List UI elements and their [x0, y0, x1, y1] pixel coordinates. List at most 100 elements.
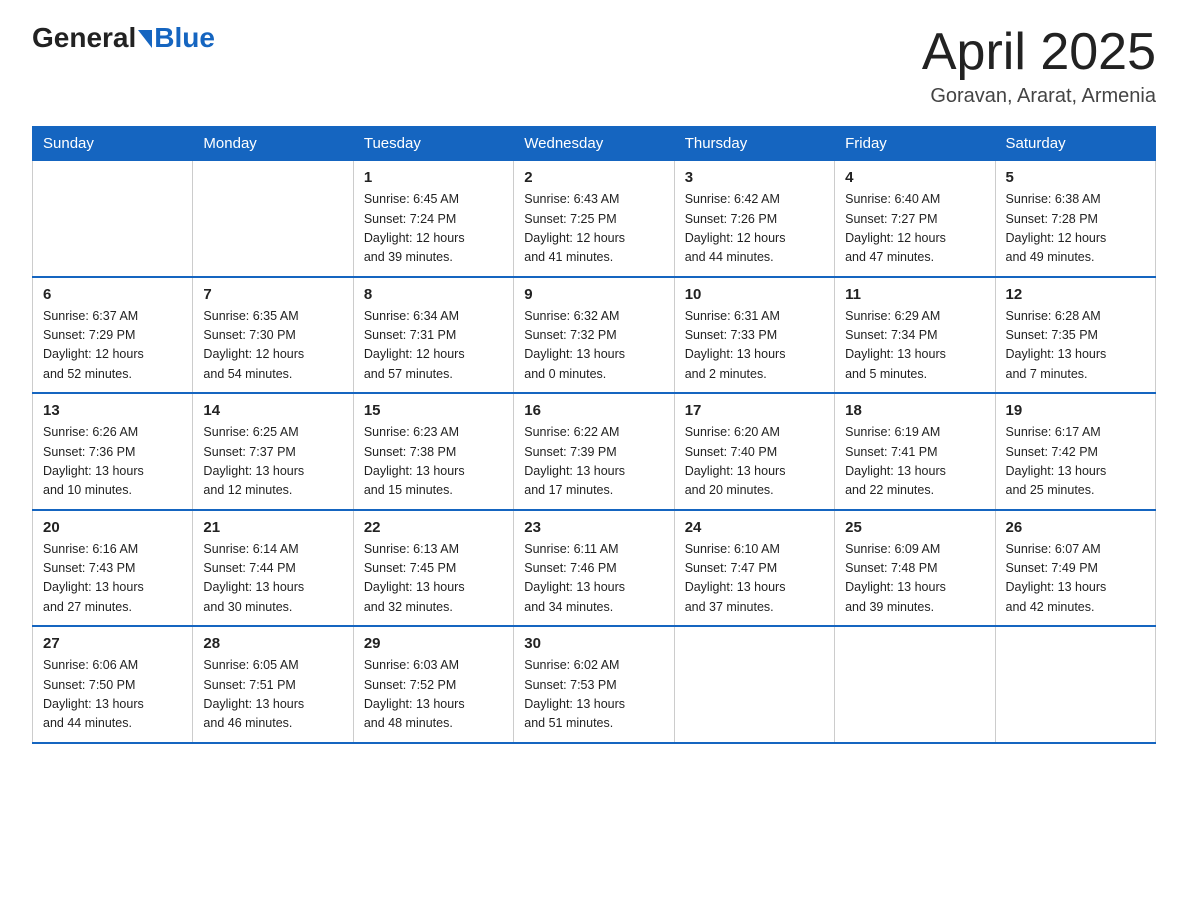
day-info: Sunrise: 6:40 AMSunset: 7:27 PMDaylight:…: [845, 190, 984, 268]
day-number: 8: [364, 286, 503, 303]
day-number: 9: [524, 286, 663, 303]
logo-blue: Blue: [154, 24, 215, 52]
calendar-week-row: 20Sunrise: 6:16 AMSunset: 7:43 PMDayligh…: [33, 510, 1156, 627]
weekday-header-monday: Monday: [193, 127, 353, 161]
calendar-cell: 16 Sunrise: 6:22 AMSunset: 7:39 PMDayligh…: [514, 393, 674, 510]
day-number: 23: [524, 519, 663, 536]
calendar-cell: 18 Sunrise: 6:19 AMSunset: 7:41 PMDayligh…: [835, 393, 995, 510]
day-info: Sunrise: 6:25 AMSunset: 7:37 PMDaylight:…: [203, 423, 342, 501]
day-info: Sunrise: 6:02 AMSunset: 7:53 PMDaylight:…: [524, 656, 663, 734]
day-info: Sunrise: 6:43 AMSunset: 7:25 PMDaylight:…: [524, 190, 663, 268]
calendar-cell: 28 Sunrise: 6:05 AMSunset: 7:51 PMDayligh…: [193, 626, 353, 743]
day-info: Sunrise: 6:42 AMSunset: 7:26 PMDaylight:…: [685, 190, 824, 268]
day-info: Sunrise: 6:28 AMSunset: 7:35 PMDaylight:…: [1006, 307, 1145, 385]
day-number: 7: [203, 286, 342, 303]
calendar-cell: 30 Sunrise: 6:02 AMSunset: 7:53 PMDayligh…: [514, 626, 674, 743]
day-number: 22: [364, 519, 503, 536]
day-info: Sunrise: 6:17 AMSunset: 7:42 PMDaylight:…: [1006, 423, 1145, 501]
calendar-cell: 22 Sunrise: 6:13 AMSunset: 7:45 PMDayligh…: [353, 510, 513, 627]
calendar-cell: 27Sunrise: 6:06 AMSunset: 7:50 PMDayligh…: [33, 626, 193, 743]
logo-text: General Blue: [32, 24, 215, 52]
day-info: Sunrise: 6:23 AMSunset: 7:38 PMDaylight:…: [364, 423, 503, 501]
calendar-cell: 21 Sunrise: 6:14 AMSunset: 7:44 PMDayligh…: [193, 510, 353, 627]
day-info: Sunrise: 6:35 AMSunset: 7:30 PMDaylight:…: [203, 307, 342, 385]
calendar-table: SundayMondayTuesdayWednesdayThursdayFrid…: [32, 126, 1156, 744]
calendar-cell: 11 Sunrise: 6:29 AMSunset: 7:34 PMDayligh…: [835, 277, 995, 394]
day-number: 17: [685, 402, 824, 419]
day-info: Sunrise: 6:10 AMSunset: 7:47 PMDaylight:…: [685, 540, 824, 618]
calendar-cell: 20Sunrise: 6:16 AMSunset: 7:43 PMDayligh…: [33, 510, 193, 627]
calendar-cell: 12 Sunrise: 6:28 AMSunset: 7:35 PMDayligh…: [995, 277, 1155, 394]
day-number: 5: [1006, 169, 1145, 186]
day-number: 25: [845, 519, 984, 536]
logo-arrow-icon: [138, 30, 152, 48]
day-info: Sunrise: 6:05 AMSunset: 7:51 PMDaylight:…: [203, 656, 342, 734]
calendar-cell: 23 Sunrise: 6:11 AMSunset: 7:46 PMDayligh…: [514, 510, 674, 627]
calendar-cell: 3 Sunrise: 6:42 AMSunset: 7:26 PMDaylight…: [674, 161, 834, 277]
day-number: 10: [685, 286, 824, 303]
weekday-header-friday: Friday: [835, 127, 995, 161]
day-info: Sunrise: 6:19 AMSunset: 7:41 PMDaylight:…: [845, 423, 984, 501]
day-number: 28: [203, 635, 342, 652]
day-number: 1: [364, 169, 503, 186]
day-number: 21: [203, 519, 342, 536]
day-info: Sunrise: 6:14 AMSunset: 7:44 PMDaylight:…: [203, 540, 342, 618]
calendar-cell: 8 Sunrise: 6:34 AMSunset: 7:31 PMDaylight…: [353, 277, 513, 394]
day-number: 16: [524, 402, 663, 419]
calendar-cell: 14 Sunrise: 6:25 AMSunset: 7:37 PMDayligh…: [193, 393, 353, 510]
day-number: 6: [43, 286, 182, 303]
calendar-cell: 9 Sunrise: 6:32 AMSunset: 7:32 PMDaylight…: [514, 277, 674, 394]
calendar-week-row: 13 Sunrise: 6:26 AMSunset: 7:36 PMDayligh…: [33, 393, 1156, 510]
day-info: Sunrise: 6:06 AMSunset: 7:50 PMDaylight:…: [43, 656, 182, 734]
day-number: 14: [203, 402, 342, 419]
weekday-header-sunday: Sunday: [33, 127, 193, 161]
day-info: Sunrise: 6:32 AMSunset: 7:32 PMDaylight:…: [524, 307, 663, 385]
day-info: Sunrise: 6:20 AMSunset: 7:40 PMDaylight:…: [685, 423, 824, 501]
day-info: Sunrise: 6:03 AMSunset: 7:52 PMDaylight:…: [364, 656, 503, 734]
calendar-cell: 13 Sunrise: 6:26 AMSunset: 7:36 PMDayligh…: [33, 393, 193, 510]
day-info: Sunrise: 6:13 AMSunset: 7:45 PMDaylight:…: [364, 540, 503, 618]
calendar-cell: 24 Sunrise: 6:10 AMSunset: 7:47 PMDayligh…: [674, 510, 834, 627]
day-info: Sunrise: 6:09 AMSunset: 7:48 PMDaylight:…: [845, 540, 984, 618]
day-info: Sunrise: 6:29 AMSunset: 7:34 PMDaylight:…: [845, 307, 984, 385]
calendar-cell: 19 Sunrise: 6:17 AMSunset: 7:42 PMDayligh…: [995, 393, 1155, 510]
day-info: Sunrise: 6:07 AMSunset: 7:49 PMDaylight:…: [1006, 540, 1145, 618]
day-number: 4: [845, 169, 984, 186]
calendar-week-row: 6 Sunrise: 6:37 AMSunset: 7:29 PMDaylight…: [33, 277, 1156, 394]
day-number: 19: [1006, 402, 1145, 419]
day-info: Sunrise: 6:38 AMSunset: 7:28 PMDaylight:…: [1006, 190, 1145, 268]
calendar-cell: 5 Sunrise: 6:38 AMSunset: 7:28 PMDaylight…: [995, 161, 1155, 277]
calendar-cell: 10 Sunrise: 6:31 AMSunset: 7:33 PMDayligh…: [674, 277, 834, 394]
logo-general: General: [32, 24, 136, 52]
calendar-cell: 1 Sunrise: 6:45 AMSunset: 7:24 PMDaylight…: [353, 161, 513, 277]
day-number: 12: [1006, 286, 1145, 303]
day-number: 18: [845, 402, 984, 419]
day-number: 26: [1006, 519, 1145, 536]
day-number: 20: [43, 519, 182, 536]
calendar-cell: [33, 161, 193, 277]
day-info: Sunrise: 6:22 AMSunset: 7:39 PMDaylight:…: [524, 423, 663, 501]
day-info: Sunrise: 6:11 AMSunset: 7:46 PMDaylight:…: [524, 540, 663, 618]
calendar-week-row: 1 Sunrise: 6:45 AMSunset: 7:24 PMDaylight…: [33, 161, 1156, 277]
day-number: 30: [524, 635, 663, 652]
day-info: Sunrise: 6:37 AMSunset: 7:29 PMDaylight:…: [43, 307, 182, 385]
day-number: 11: [845, 286, 984, 303]
day-number: 24: [685, 519, 824, 536]
day-number: 13: [43, 402, 182, 419]
weekday-header-wednesday: Wednesday: [514, 127, 674, 161]
day-info: Sunrise: 6:34 AMSunset: 7:31 PMDaylight:…: [364, 307, 503, 385]
day-number: 3: [685, 169, 824, 186]
day-number: 29: [364, 635, 503, 652]
calendar-cell: 26 Sunrise: 6:07 AMSunset: 7:49 PMDayligh…: [995, 510, 1155, 627]
day-number: 2: [524, 169, 663, 186]
page-header: General Blue April 2025 Goravan, Ararat,…: [32, 24, 1156, 108]
weekday-header-thursday: Thursday: [674, 127, 834, 161]
day-info: Sunrise: 6:31 AMSunset: 7:33 PMDaylight:…: [685, 307, 824, 385]
calendar-cell: 4 Sunrise: 6:40 AMSunset: 7:27 PMDaylight…: [835, 161, 995, 277]
day-number: 15: [364, 402, 503, 419]
day-info: Sunrise: 6:45 AMSunset: 7:24 PMDaylight:…: [364, 190, 503, 268]
day-info: Sunrise: 6:26 AMSunset: 7:36 PMDaylight:…: [43, 423, 182, 501]
calendar-week-row: 27Sunrise: 6:06 AMSunset: 7:50 PMDayligh…: [33, 626, 1156, 743]
calendar-cell: [674, 626, 834, 743]
calendar-cell: [835, 626, 995, 743]
